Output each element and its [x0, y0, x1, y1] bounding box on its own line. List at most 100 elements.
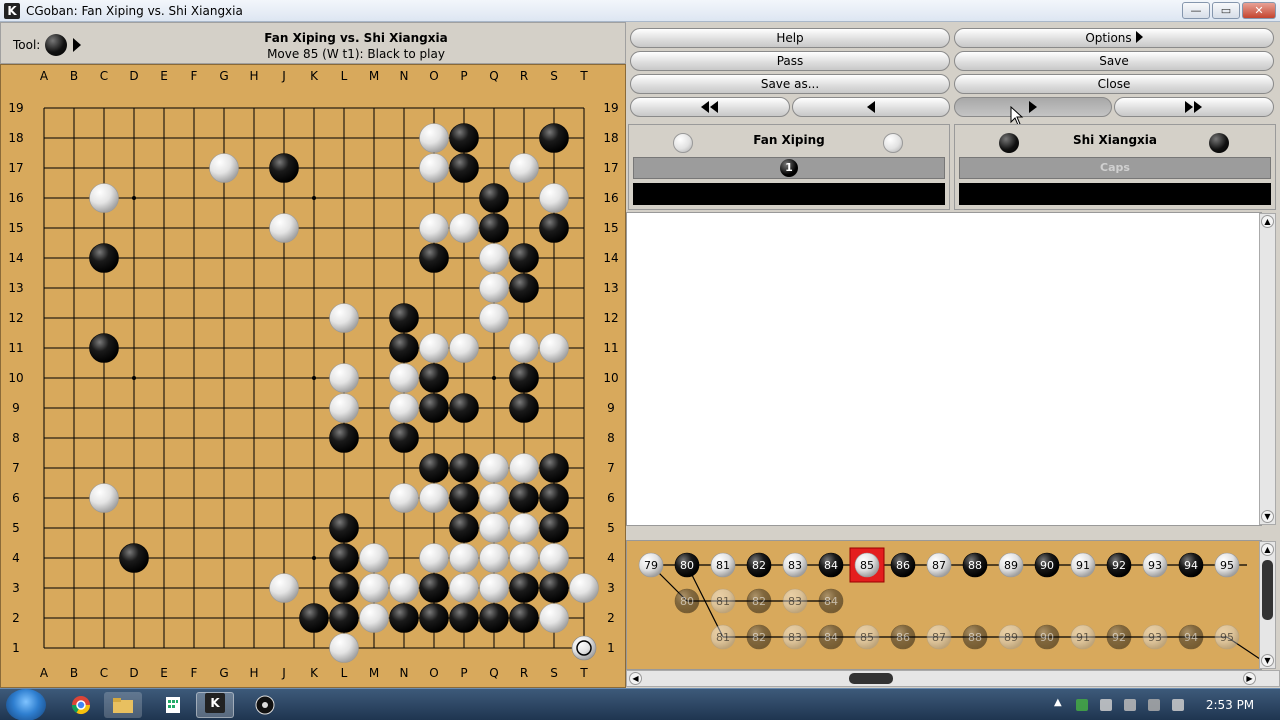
white-stone[interactable]: [359, 603, 389, 633]
black-stone[interactable]: [449, 153, 479, 183]
tray-icon-3[interactable]: [1124, 699, 1136, 711]
black-stone[interactable]: [479, 603, 509, 633]
white-stone[interactable]: [89, 183, 119, 213]
black-stone[interactable]: [329, 573, 359, 603]
white-stone[interactable]: [269, 213, 299, 243]
game-tree-svg[interactable]: 79 80 81 82 83 84 85 86 87 88 89 90 91 92 93 94 95 80 81 82…: [627, 541, 1261, 669]
chrome-taskbar-icon[interactable]: [62, 692, 100, 718]
white-stone[interactable]: [509, 333, 539, 363]
black-stone[interactable]: [509, 483, 539, 513]
black-stone[interactable]: [509, 603, 539, 633]
black-stone[interactable]: [449, 123, 479, 153]
white-stone[interactable]: [509, 153, 539, 183]
black-stone[interactable]: [539, 483, 569, 513]
rewind-to-start-button[interactable]: [630, 97, 790, 117]
maximize-button[interactable]: ▭: [1212, 2, 1240, 19]
white-stone[interactable]: [479, 513, 509, 543]
black-stone[interactable]: [419, 363, 449, 393]
white-stone[interactable]: [449, 213, 479, 243]
marked-stone[interactable]: [571, 635, 597, 661]
tree-scroll-down-icon[interactable]: ▼: [1261, 654, 1274, 667]
tray-expand-icon[interactable]: ▲: [1054, 697, 1062, 708]
tray-icon-2[interactable]: [1100, 699, 1112, 711]
cgoban-taskbar-button[interactable]: K: [196, 692, 234, 718]
black-stone[interactable]: [509, 273, 539, 303]
black-stone[interactable]: [389, 303, 419, 333]
white-stone[interactable]: [449, 573, 479, 603]
tree-horizontal-thumb[interactable]: [849, 673, 893, 684]
help-button[interactable]: Help: [630, 28, 950, 48]
white-stone[interactable]: [539, 183, 569, 213]
black-stone[interactable]: [419, 573, 449, 603]
scroll-down-icon[interactable]: ▼: [1261, 510, 1274, 523]
fast-forward-to-end-button[interactable]: [1114, 97, 1274, 117]
volume-icon[interactable]: [1172, 699, 1184, 711]
tree-vertical-scrollbar[interactable]: ▲ ▼: [1259, 541, 1276, 669]
white-stone[interactable]: [419, 543, 449, 573]
white-stone[interactable]: [479, 243, 509, 273]
white-stone[interactable]: [479, 273, 509, 303]
white-stone[interactable]: [329, 393, 359, 423]
white-stone[interactable]: [269, 573, 299, 603]
save-as-button[interactable]: Save as...: [630, 74, 950, 94]
taskbar-clock[interactable]: 2:53 PM: [1200, 698, 1260, 712]
white-stone[interactable]: [479, 303, 509, 333]
black-stone[interactable]: [269, 153, 299, 183]
white-stone[interactable]: [419, 213, 449, 243]
black-stone[interactable]: [509, 393, 539, 423]
white-stone[interactable]: [569, 573, 599, 603]
white-stone[interactable]: [419, 333, 449, 363]
white-stone[interactable]: [449, 543, 479, 573]
close-window-button[interactable]: ✕: [1242, 2, 1276, 19]
game-tree[interactable]: 79 80 81 82 83 84 85 86 87 88 89 90 91 92 93 94 95 80 81 82…: [626, 540, 1276, 670]
black-stone[interactable]: [539, 453, 569, 483]
white-stone[interactable]: [209, 153, 239, 183]
black-stone[interactable]: [539, 573, 569, 603]
black-stone[interactable]: [329, 603, 359, 633]
white-stone[interactable]: [479, 543, 509, 573]
black-stone[interactable]: [419, 243, 449, 273]
go-board-svg[interactable]: AABBCCDDEEFFGGHHJJKKLLMMNNOOPPQQRRSSTT19…: [1, 65, 625, 687]
white-stone[interactable]: [359, 573, 389, 603]
network-icon[interactable]: [1148, 699, 1160, 711]
pass-button[interactable]: Pass: [630, 51, 950, 71]
white-stone[interactable]: [509, 453, 539, 483]
white-stone[interactable]: [89, 483, 119, 513]
white-stone[interactable]: [419, 483, 449, 513]
white-stone[interactable]: [329, 303, 359, 333]
tree-scroll-left-icon[interactable]: ◀: [629, 672, 642, 685]
start-button[interactable]: [6, 689, 46, 720]
white-stone[interactable]: [419, 153, 449, 183]
black-stone[interactable]: [539, 123, 569, 153]
comment-area[interactable]: ▲ ▼: [626, 212, 1276, 526]
black-stone[interactable]: [449, 483, 479, 513]
explorer-taskbar-icon[interactable]: [104, 692, 142, 718]
black-stone[interactable]: [539, 513, 569, 543]
black-stone[interactable]: [389, 423, 419, 453]
black-stone[interactable]: [509, 573, 539, 603]
white-stone[interactable]: [449, 333, 479, 363]
black-stone[interactable]: [329, 543, 359, 573]
white-stone[interactable]: [329, 363, 359, 393]
black-stone[interactable]: [479, 213, 509, 243]
black-stone[interactable]: [509, 243, 539, 273]
white-stone[interactable]: [539, 543, 569, 573]
calculator-taskbar-icon[interactable]: [154, 692, 192, 718]
black-stone[interactable]: [389, 333, 419, 363]
go-board[interactable]: A A B B C C D D E E F F G G H H J J K K L L M M N N O O P P Q Q R R S S T T 19…: [0, 64, 626, 688]
tree-horizontal-scrollbar[interactable]: ◀ ▶: [626, 670, 1280, 687]
white-stone[interactable]: [509, 543, 539, 573]
white-stone[interactable]: [539, 333, 569, 363]
scroll-up-icon[interactable]: ▲: [1261, 215, 1274, 228]
white-stone[interactable]: [359, 543, 389, 573]
black-stone[interactable]: [419, 603, 449, 633]
black-stone[interactable]: [119, 543, 149, 573]
step-forward-button[interactable]: [954, 97, 1112, 117]
game-tree-nodes[interactable]: 79 80 81 82 83 84 85 86 87 88 89 90 91 92 93 94 95 80 81 82…: [638, 547, 1240, 650]
media-taskbar-icon[interactable]: [246, 692, 284, 718]
minimize-button[interactable]: —: [1182, 2, 1210, 19]
black-stone[interactable]: [329, 423, 359, 453]
black-stone[interactable]: [389, 603, 419, 633]
save-button[interactable]: Save: [954, 51, 1274, 71]
tree-vertical-thumb[interactable]: [1262, 560, 1273, 620]
